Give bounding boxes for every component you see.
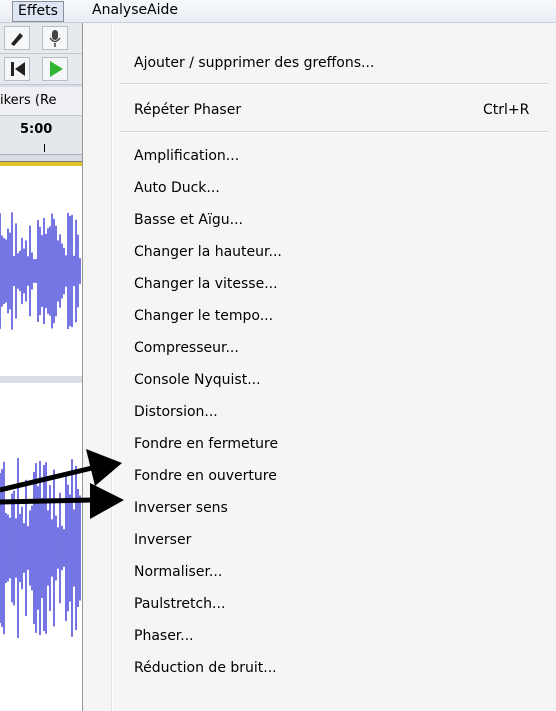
menu-item-repeat-phaser[interactable]: Répéter Phaser [134, 98, 241, 122]
menu-item-normaliser[interactable]: Normaliser... [134, 560, 222, 584]
output-device-selector[interactable]: ikers (Re [0, 87, 82, 116]
microphone-icon [49, 30, 61, 47]
waveform-1 [0, 212, 81, 330]
microphone-button[interactable] [42, 26, 68, 50]
menu-item-basse-aigu[interactable]: Basse et Aïgu... [134, 208, 243, 232]
waveform-2 [0, 458, 81, 638]
audacity-window: ikers (Re 5:00 [0, 23, 82, 711]
repeat-shortcut: Ctrl+R [483, 102, 530, 118]
menu-item-auto-duck[interactable]: Auto Duck... [134, 176, 220, 200]
transport-toolbar [0, 54, 82, 85]
menu-item-paulstretch[interactable]: Paulstretch... [134, 592, 225, 616]
menu-item-phaser[interactable]: Phaser... [134, 624, 194, 648]
tools-toolbar [0, 23, 82, 54]
menu-item-inverser[interactable]: Inverser [134, 528, 191, 552]
menu-aide[interactable]: Aide [142, 1, 183, 20]
play-button[interactable] [42, 57, 68, 81]
ruler-time-label: 5:00 [20, 122, 53, 137]
menu-item-fondre-ouverture[interactable]: Fondre en ouverture [134, 464, 277, 488]
menu-item-changer-tempo[interactable]: Changer le tempo... [134, 304, 273, 328]
timeline-ruler[interactable]: 5:00 [0, 116, 82, 155]
pencil-icon [11, 33, 23, 46]
audio-track-2[interactable] [0, 383, 82, 711]
menu-item-inverser-sens[interactable]: Inverser sens [134, 496, 228, 520]
menu-item-changer-hauteur[interactable]: Changer la hauteur... [134, 240, 282, 264]
menu-item-compresseur[interactable]: Compresseur... [134, 336, 239, 360]
draw-tool-button[interactable] [4, 26, 30, 50]
skip-to-start-button[interactable] [4, 57, 30, 81]
menu-item-distorsion[interactable]: Distorsion... [134, 400, 218, 424]
menu-item-manage-plugins[interactable]: Ajouter / supprimer des greffons... [134, 51, 374, 75]
menu-item-amplification[interactable]: Amplification... [134, 144, 239, 168]
menu-item-reduction-bruit[interactable]: Réduction de bruit... [134, 656, 277, 680]
ruler-tick [44, 144, 45, 152]
menu-separator [119, 131, 549, 133]
menu-gutter [111, 23, 113, 711]
skip-start-icon [11, 62, 25, 76]
audio-track-1[interactable] [0, 166, 82, 376]
play-icon [50, 61, 63, 77]
menu-separator [119, 83, 549, 85]
menu-effets[interactable]: Effets [12, 1, 64, 22]
menu-bar: Effets Analyse Aide [0, 0, 556, 23]
menu-item-changer-vitesse[interactable]: Changer la vitesse... [134, 272, 278, 296]
effets-dropdown-menu: Ajouter / supprimer des greffons... Répé… [82, 23, 556, 711]
menu-item-console-nyquist[interactable]: Console Nyquist... [134, 368, 261, 392]
menu-item-fondre-fermeture[interactable]: Fondre en fermeture [134, 432, 278, 456]
